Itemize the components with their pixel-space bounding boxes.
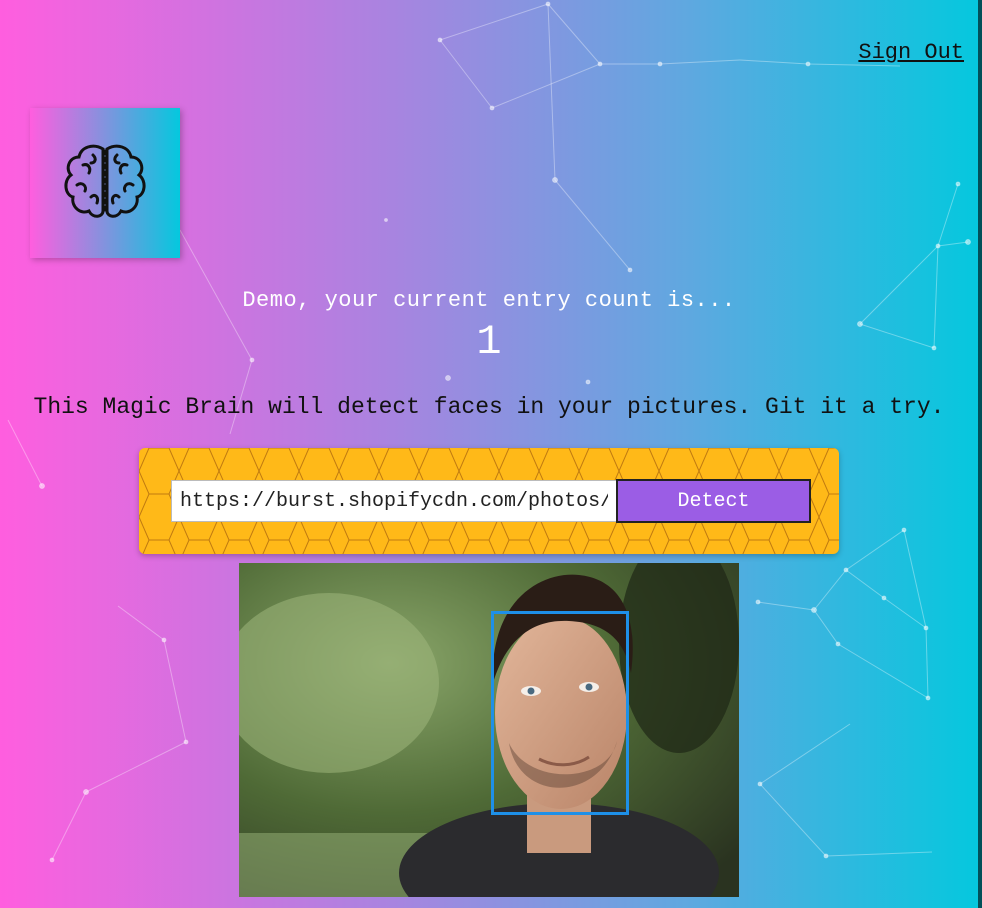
image-link-form: Detect xyxy=(139,448,839,554)
entry-count-value: 1 xyxy=(476,318,502,366)
entry-count-message: Demo, your current entry count is... xyxy=(242,288,736,313)
face-bounding-box xyxy=(491,611,629,815)
sign-out-link[interactable]: Sign Out xyxy=(858,40,964,65)
image-url-input[interactable] xyxy=(171,480,617,522)
window-edge xyxy=(978,0,982,908)
portrait-photo xyxy=(239,563,739,897)
brain-icon xyxy=(64,144,146,218)
detected-image xyxy=(239,563,739,897)
logo-card xyxy=(30,108,180,258)
intro-description: This Magic Brain will detect faces in yo… xyxy=(33,394,945,420)
detect-button[interactable]: Detect xyxy=(616,479,811,523)
